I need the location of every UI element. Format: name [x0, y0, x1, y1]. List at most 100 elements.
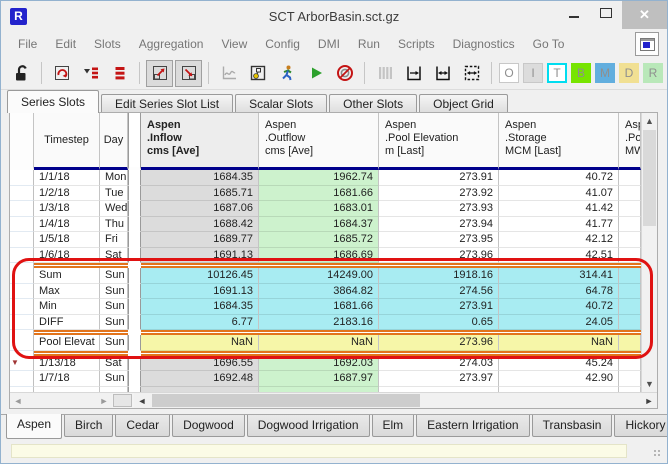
arrow-in-button[interactable] — [175, 60, 202, 87]
menu-item-go-to[interactable]: Go To — [524, 37, 574, 51]
value-cell[interactable]: 1685.72 — [259, 232, 379, 248]
fit-all-width-button[interactable] — [458, 60, 485, 87]
flag-button-m[interactable]: M — [595, 63, 615, 83]
value-cell[interactable]: 3864.82 — [259, 284, 379, 300]
value-cell[interactable]: 2183.16 — [259, 315, 379, 331]
run-control-button[interactable] — [273, 60, 300, 87]
tab-object-grid[interactable]: Object Grid — [419, 94, 508, 113]
row-margin-cell[interactable] — [10, 284, 34, 300]
value-cell[interactable]: 1918.16 — [379, 268, 499, 284]
value-cell[interactable]: 1687.97 — [259, 371, 379, 387]
object-tab-eastern-irrigation[interactable]: Eastern Irrigation — [416, 415, 529, 437]
minimize-button[interactable] — [558, 1, 590, 25]
row-margin-cell[interactable] — [10, 299, 34, 315]
value-cell[interactable]: 1686.69 — [259, 248, 379, 264]
menu-item-slots[interactable]: Slots — [85, 37, 130, 51]
value-cell[interactable]: 1962.74 — [259, 170, 379, 186]
timestep-cell[interactable]: 1/2/18 — [34, 186, 100, 202]
stop-run-button[interactable] — [331, 60, 358, 87]
value-cell[interactable] — [619, 371, 641, 387]
day-cell[interactable]: Sun — [100, 268, 128, 284]
lock-open-button[interactable] — [8, 60, 35, 87]
row-margin-cell[interactable] — [10, 201, 34, 217]
value-cell[interactable]: 1683.01 — [259, 201, 379, 217]
row-margin-cell[interactable]: ▼ — [10, 356, 34, 372]
value-cell[interactable]: 1691.13 — [141, 248, 259, 264]
row-margin-cell[interactable] — [10, 217, 34, 233]
timestep-cell[interactable]: Max — [34, 284, 100, 300]
scroll-right-icon[interactable]: ► — [96, 393, 112, 408]
object-tab-hickory[interactable]: Hickory — [614, 415, 668, 437]
column-header--outflow[interactable]: Aspen.Outflowcms [Ave] — [259, 113, 379, 170]
value-cell[interactable] — [619, 315, 641, 331]
value-cell[interactable]: 40.72 — [499, 299, 619, 315]
column-header--inflow[interactable]: Aspen.Inflowcms [Ave] — [141, 113, 259, 170]
value-cell[interactable]: 273.97 — [379, 371, 499, 387]
object-tab-aspen[interactable]: Aspen — [6, 414, 62, 439]
value-cell[interactable]: 1692.48 — [141, 371, 259, 387]
day-cell[interactable]: Sat — [100, 356, 128, 372]
flag-button-d[interactable]: D — [619, 63, 639, 83]
rotate-red-button[interactable] — [48, 60, 75, 87]
column-header--pool-elevation[interactable]: Aspen.Pool Elevationm [Last] — [379, 113, 499, 170]
value-cell[interactable]: NaN — [499, 335, 619, 351]
value-cell[interactable]: 1696.55 — [141, 356, 259, 372]
tab-other-slots[interactable]: Other Slots — [329, 94, 417, 113]
main-horizontal-scrollbar[interactable]: ◄ ► — [134, 393, 657, 408]
value-cell[interactable]: 1689.77 — [141, 232, 259, 248]
tab-series-slots[interactable]: Series Slots — [7, 90, 99, 113]
maximize-button[interactable] — [590, 1, 622, 25]
day-cell[interactable]: Fri — [100, 232, 128, 248]
vertical-scrollbar[interactable]: ▲ ▼ — [641, 113, 657, 393]
value-cell[interactable]: 41.42 — [499, 201, 619, 217]
open-object-button[interactable] — [244, 60, 271, 87]
menu-item-file[interactable]: File — [9, 37, 46, 51]
menu-item-scripts[interactable]: Scripts — [389, 37, 444, 51]
value-cell[interactable]: 274.56 — [379, 284, 499, 300]
value-cell[interactable]: 273.91 — [379, 299, 499, 315]
object-tab-cedar[interactable]: Cedar — [115, 415, 170, 437]
timestep-cell[interactable]: 1/13/18 — [34, 356, 100, 372]
value-cell[interactable]: 1684.37 — [259, 217, 379, 233]
day-cell[interactable]: Wed — [100, 201, 128, 217]
value-cell[interactable] — [619, 201, 641, 217]
timestep-cell[interactable]: 1/5/18 — [34, 232, 100, 248]
timestep-cell[interactable]: 1/6/18 — [34, 248, 100, 264]
timestep-cell[interactable]: Min — [34, 299, 100, 315]
day-cell[interactable]: Sun — [100, 371, 128, 387]
value-cell[interactable] — [619, 232, 641, 248]
aggregation-collapse-button[interactable] — [77, 60, 104, 87]
row-margin-cell[interactable] — [10, 335, 34, 351]
row-margin-cell[interactable] — [10, 232, 34, 248]
menu-item-view[interactable]: View — [212, 37, 256, 51]
value-cell[interactable]: 10126.45 — [141, 268, 259, 284]
value-cell[interactable]: 1685.71 — [141, 186, 259, 202]
row-margin-cell[interactable] — [10, 248, 34, 264]
value-cell[interactable]: 24.05 — [499, 315, 619, 331]
column-header-day[interactable]: Day — [100, 113, 128, 170]
value-cell[interactable] — [619, 170, 641, 186]
value-cell[interactable]: 314.41 — [499, 268, 619, 284]
scroll-left-icon[interactable]: ◄ — [10, 393, 26, 408]
pane-splitter-handle[interactable] — [113, 394, 132, 407]
row-margin-cell[interactable] — [10, 371, 34, 387]
value-cell[interactable]: 64.78 — [499, 284, 619, 300]
value-cell[interactable]: 6.77 — [141, 315, 259, 331]
row-margin-cell[interactable] — [10, 170, 34, 186]
value-cell[interactable]: 273.91 — [379, 170, 499, 186]
object-tab-birch[interactable]: Birch — [64, 415, 113, 437]
timestep-cell[interactable]: 1/7/18 — [34, 371, 100, 387]
day-cell[interactable]: Thu — [100, 217, 128, 233]
plot-button[interactable] — [215, 60, 242, 87]
vertical-scrollbar-thumb[interactable] — [643, 130, 656, 226]
value-cell[interactable] — [619, 335, 641, 351]
scroll-left-icon[interactable]: ◄ — [134, 393, 150, 408]
timestep-cell[interactable]: DIFF — [34, 315, 100, 331]
resize-grip[interactable] — [653, 449, 662, 458]
day-cell[interactable]: Sat — [100, 248, 128, 264]
day-cell[interactable]: Mon — [100, 170, 128, 186]
close-button[interactable]: ✕ — [622, 1, 667, 29]
scroll-up-icon[interactable]: ▲ — [642, 113, 657, 129]
value-cell[interactable]: 1684.35 — [141, 299, 259, 315]
pane-splitter[interactable] — [128, 113, 141, 170]
